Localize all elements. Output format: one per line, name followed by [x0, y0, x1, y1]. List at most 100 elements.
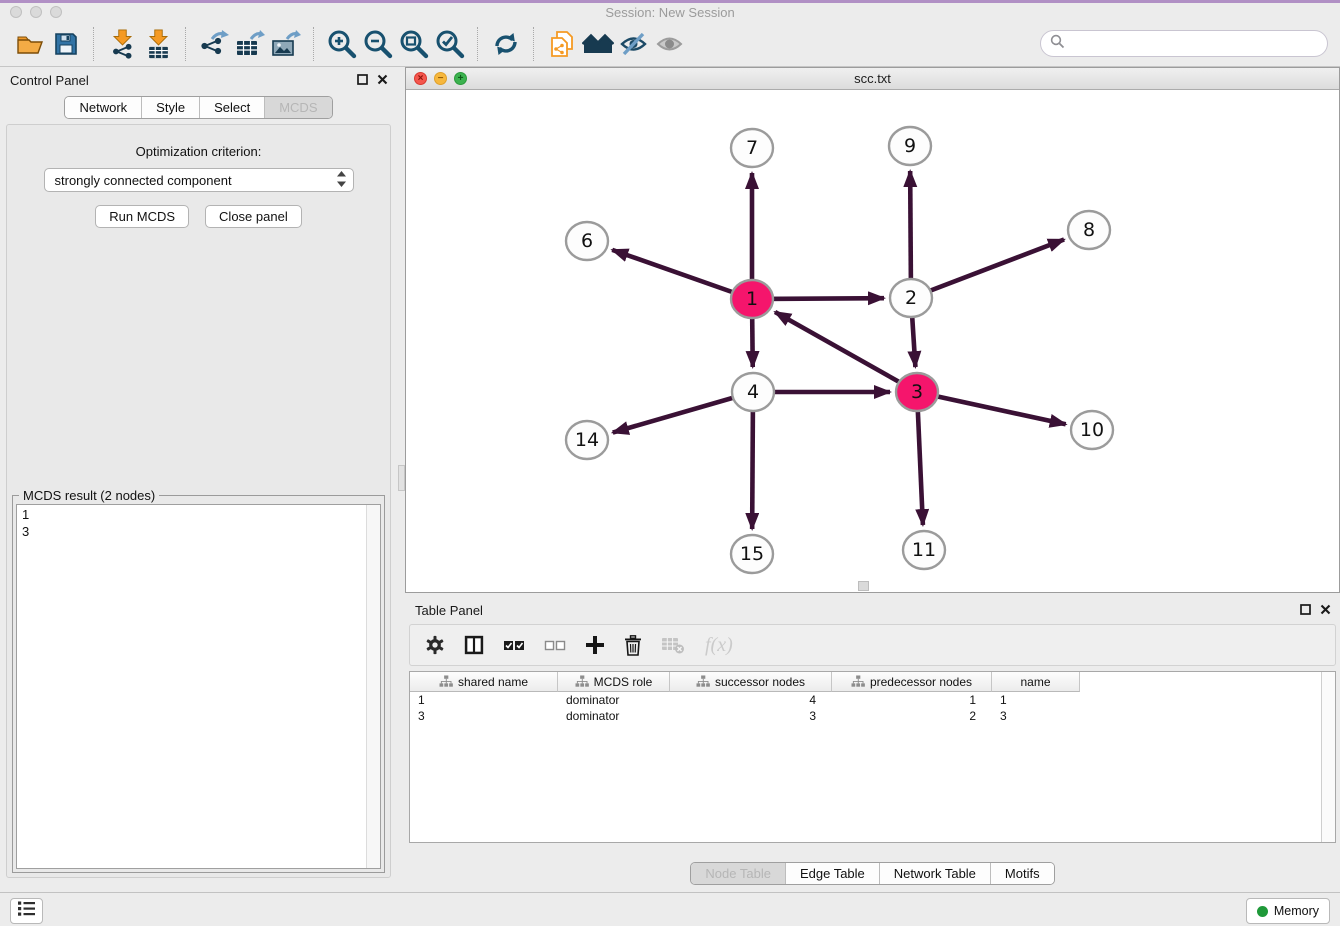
add-row-icon[interactable]	[585, 635, 605, 655]
float-panel-icon[interactable]	[357, 74, 368, 85]
column-header-MCDS-role[interactable]: MCDS role	[558, 672, 670, 692]
column-header-successor-nodes[interactable]: successor nodes	[670, 672, 832, 692]
import-table-icon[interactable]	[140, 27, 176, 61]
result-scrollbar[interactable]	[366, 505, 380, 868]
run-mcds-button[interactable]: Run MCDS	[95, 205, 189, 228]
close-window-button[interactable]	[10, 6, 22, 18]
table-scrollbar[interactable]	[1321, 672, 1335, 842]
table-cell: dominator	[558, 708, 670, 724]
table-toolbar: f(x)	[409, 624, 1336, 666]
close-view-button[interactable]	[414, 72, 427, 85]
float-table-panel-icon[interactable]	[1300, 604, 1311, 615]
close-panel-icon[interactable]	[377, 74, 388, 85]
status-bar: Memory	[0, 892, 1340, 926]
save-session-icon[interactable]	[48, 27, 84, 61]
workspace-column: scc.txt 7 9 6 8 1 2 4 3 14 10 15 11 Table Panel f(x…	[405, 67, 1340, 892]
select-all-icon[interactable]	[503, 637, 525, 653]
tab-style[interactable]: Style	[141, 97, 199, 118]
svg-text:14: 14	[575, 429, 599, 451]
tab-mcds[interactable]: MCDS	[264, 97, 331, 118]
show-all-icon[interactable]	[652, 27, 688, 61]
network-file-icon[interactable]	[544, 27, 580, 61]
deselect-all-icon[interactable]	[544, 637, 566, 653]
graph-node-8[interactable]: 8	[1068, 211, 1110, 249]
column-header-shared-name[interactable]: shared name	[410, 672, 558, 692]
maximize-view-button[interactable]	[454, 72, 467, 85]
window-title: Session: New Session	[0, 3, 1340, 23]
table-tab-edge-table[interactable]: Edge Table	[785, 863, 879, 884]
graph-node-7[interactable]: 7	[731, 129, 773, 167]
search-input[interactable]	[1070, 35, 1327, 52]
trash-icon[interactable]	[624, 635, 642, 656]
memory-status-dot	[1257, 906, 1268, 917]
export-table-icon[interactable]	[232, 27, 268, 61]
graph-edge-2-8[interactable]	[911, 240, 1064, 298]
graph-node-10[interactable]: 10	[1071, 411, 1113, 449]
graph-node-15[interactable]: 15	[731, 535, 773, 573]
first-neighbors-icon[interactable]	[580, 27, 616, 61]
window-controls	[10, 6, 62, 18]
minimize-window-button[interactable]	[30, 6, 42, 18]
tab-network[interactable]: Network	[65, 97, 141, 118]
zoom-window-button[interactable]	[50, 6, 62, 18]
mcds-result-box: MCDS result (2 nodes) 13	[12, 495, 385, 873]
svg-text:11: 11	[912, 539, 936, 561]
export-image-icon[interactable]	[268, 27, 304, 61]
graph-node-11[interactable]: 11	[903, 531, 945, 569]
tree-icon	[696, 675, 710, 688]
graph-edge-3-10[interactable]	[917, 392, 1066, 424]
column-label: shared name	[458, 675, 528, 689]
column-header-predecessor-nodes[interactable]: predecessor nodes	[832, 672, 992, 692]
table-tab-motifs[interactable]: Motifs	[990, 863, 1054, 884]
table-panel-title: Table Panel	[415, 603, 483, 618]
table-row[interactable]: 1dominator411	[410, 692, 1335, 708]
close-table-panel-icon[interactable]	[1320, 604, 1331, 615]
network-window-title-bar[interactable]: scc.txt	[406, 68, 1339, 90]
svg-text:15: 15	[740, 543, 764, 565]
graph-node-6[interactable]: 6	[566, 222, 608, 260]
table-tab-node-table[interactable]: Node Table	[691, 863, 785, 884]
graph-node-9[interactable]: 9	[889, 127, 931, 165]
export-network-icon[interactable]	[196, 27, 232, 61]
hide-selected-icon[interactable]	[616, 27, 652, 61]
table-tab-network-table[interactable]: Network Table	[879, 863, 990, 884]
graph-edge-3-1[interactable]	[775, 312, 917, 392]
network-canvas[interactable]: 7 9 6 8 1 2 4 3 14 10 15 11	[406, 90, 1339, 592]
close-panel-button[interactable]: Close panel	[205, 205, 302, 228]
graph-edge-1-6[interactable]	[612, 250, 752, 299]
graph-edge-4-15[interactable]	[752, 392, 753, 529]
panel-splitter[interactable]	[397, 67, 405, 892]
gear-icon[interactable]	[425, 635, 445, 655]
table-cell: 2	[832, 708, 992, 724]
toolbar-separator	[313, 27, 315, 61]
columns-icon[interactable]	[464, 635, 484, 655]
network-window-controls	[414, 72, 467, 85]
refresh-icon[interactable]	[488, 27, 524, 61]
graph-node-4[interactable]: 4	[732, 373, 774, 411]
graph-node-3[interactable]: 3	[896, 373, 938, 411]
memory-button[interactable]: Memory	[1246, 898, 1330, 924]
zoom-out-icon[interactable]	[360, 27, 396, 61]
canvas-scroll-handle[interactable]	[858, 581, 869, 591]
graph-node-2[interactable]: 2	[890, 279, 932, 317]
task-history-button[interactable]	[10, 898, 43, 924]
search-field[interactable]	[1040, 30, 1328, 57]
zoom-in-icon[interactable]	[324, 27, 360, 61]
mcds-result-area[interactable]: 13	[16, 504, 381, 869]
table-row[interactable]: 3dominator323	[410, 708, 1335, 724]
column-header-name[interactable]: name	[992, 672, 1080, 692]
graph-node-14[interactable]: 14	[566, 421, 608, 459]
import-network-icon[interactable]	[104, 27, 140, 61]
splitter-grip[interactable]	[398, 465, 405, 491]
minimize-view-button[interactable]	[434, 72, 447, 85]
zoom-fit-icon[interactable]	[396, 27, 432, 61]
zoom-selected-icon[interactable]	[432, 27, 468, 61]
tab-select[interactable]: Select	[199, 97, 264, 118]
table-panel: Table Panel f(x) shared name MCDS rolesuc…	[405, 597, 1340, 892]
graph-node-1[interactable]: 1	[731, 280, 773, 318]
optimization-criterion-select[interactable]: strongly connected component	[44, 168, 354, 192]
svg-text:4: 4	[747, 381, 759, 403]
open-file-icon[interactable]	[12, 27, 48, 61]
column-label: predecessor nodes	[870, 675, 972, 689]
svg-text:6: 6	[581, 230, 593, 252]
